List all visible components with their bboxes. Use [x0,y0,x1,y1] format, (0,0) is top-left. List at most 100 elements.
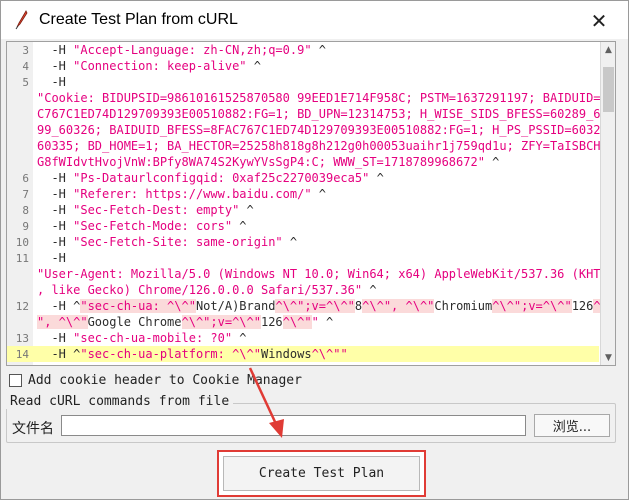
code-token: "Sec-Fetch-Site: same-origin" [73,235,283,249]
code-line[interactable]: 6 -H "Ps-Dataurlconfigqid: 0xaf25c227003… [7,170,599,186]
code-line[interactable]: 60335; BD_HOME=1; BA_HECTOR=25258h818g8h… [7,138,601,154]
code-token: "Referer: https://www.baidu.com/" [73,187,312,201]
code-token: ^\^";v=^\^" [492,299,572,313]
code-token: 60335; BD_HOME=1; BA_HECTOR=25258h818g8h… [37,139,601,153]
code-line[interactable]: 4 -H "Connection: keep-alive" ^ [7,58,599,74]
line-number: 12 [15,300,29,313]
code-token: ^\^" [282,315,312,329]
line-number: 10 [15,236,29,249]
create-button-highlight-box: Create Test Plan [217,450,426,497]
code-text: 99_60326; BAIDUID_BFESS=8FAC767C1ED74D12… [37,122,615,138]
code-text: -H "sec-ch-ua-mobile: ?0" ^ [37,330,599,346]
code-line[interactable]: 14 -H ^"sec-ch-ua-platform: ^\^"Windows^… [7,346,599,362]
code-line[interactable]: 5 -H [7,74,599,90]
code-token: " [340,347,348,361]
line-number: 11 [15,252,29,265]
scroll-up-arrow-icon[interactable]: ▲ [601,42,615,57]
code-text: C767C1ED74D129709393E00510882:FG=1; BD_U… [37,106,615,122]
read-file-group-title: Read cURL commands from file [6,394,234,409]
code-token: -H [37,43,74,57]
code-token: ^ [369,171,384,185]
browse-button[interactable]: 浏览... [534,414,610,437]
curl-code-editor[interactable]: 3 -H "Accept-Language: zh-CN,zh;q=0.9" ^… [6,41,616,366]
code-line[interactable]: 10 -H "Sec-Fetch-Site: same-origin" ^ [7,234,599,250]
code-token: ^ [484,155,500,169]
code-token: "sec-ch-ua: ^\^" [80,299,196,313]
line-number: 8 [22,204,29,217]
line-number: 5 [22,76,29,89]
code-text: -H "Connection: keep-alive" ^ [37,58,599,74]
code-text: -H "Sec-Fetch-Mode: cors" ^ [37,218,599,234]
code-line[interactable]: G8fWIdvtHvojVnW:BPfy8WA74S2KywYVsSgP4:C;… [7,154,599,170]
code-line[interactable]: 8 -H "Sec-Fetch-Dest: empty" ^ [7,202,599,218]
code-token: "User-Agent: Mozilla/5.0 (Windows NT 10.… [37,267,615,281]
code-token: Not/A)Brand [195,299,276,313]
code-token: 126 [571,299,594,313]
code-token: Windows [260,347,312,361]
code-text: , like Gecko) Chrome/126.0.0.0 Safari/53… [37,282,599,298]
code-token: "Connection: keep-alive" [73,59,247,73]
code-line[interactable]: 99_60326; BAIDUID_BFESS=8FAC767C1ED74D12… [7,122,615,138]
code-token: ^\^" [311,347,341,361]
code-token: -H [37,187,74,201]
code-token: ^\^";v=^\^" [181,315,261,329]
code-token: Google Chrome [87,315,182,329]
code-token: "Sec-Fetch-Dest: empty" [73,203,240,217]
close-icon[interactable]: ✕ [583,7,615,35]
add-cookie-checkbox[interactable] [9,373,22,387]
code-line[interactable]: , like Gecko) Chrome/126.0.0.0 Safari/53… [7,282,599,298]
scrollbar-thumb[interactable] [603,67,614,112]
code-token: ^\^";v=^\^" [275,299,355,313]
code-line[interactable]: 11 -H [7,250,599,266]
code-line[interactable]: 12 -H ^"sec-ch-ua: ^\^"Not/A)Brand^\^";v… [7,298,615,314]
code-token: -H [37,75,66,89]
code-text: -H [37,74,599,90]
code-text: -H "Sec-Fetch-Dest: empty" ^ [37,202,599,218]
title-bar: Create Test Plan from cURL ✕ [1,1,628,39]
line-number: 13 [15,332,29,345]
code-text: -H "Sec-Fetch-Site: same-origin" ^ [37,234,599,250]
code-line[interactable]: 9 -H "Sec-Fetch-Mode: cors" ^ [7,218,599,234]
code-text: -H [37,250,599,266]
code-text: "User-Agent: Mozilla/5.0 (Windows NT 10.… [37,266,615,282]
code-line[interactable]: ", ^\^"Google Chrome^\^";v=^\^"126^\^"" … [7,314,599,330]
code-line[interactable]: 3 -H "Accept-Language: zh-CN,zh;q=0.9" ^ [7,42,599,58]
code-token: 99_60326; BAIDUID_BFESS=8FAC767C1ED74D12… [37,123,615,137]
line-number: 4 [22,60,29,73]
editor-vertical-scrollbar[interactable]: ▲ ▼ [600,42,615,365]
code-text: -H ^"sec-ch-ua: ^\^"Not/A)Brand^\^";v=^\… [37,298,615,314]
add-cookie-option[interactable]: Add cookie header to Cookie Manager [9,371,302,389]
code-token: "Ps-Dataurlconfigqid: 0xaf25c2270039eca5… [73,171,370,185]
code-text: ", ^\^"Google Chrome^\^";v=^\^"126^\^"" … [37,314,599,330]
code-token: "Sec-Fetch-Mode: cors" [73,219,233,233]
code-line[interactable]: C767C1ED74D129709393E00510882:FG=1; BD_U… [7,106,615,122]
code-token: -H [37,251,66,265]
code-token: " [311,315,319,329]
code-token: -H ^ [37,347,81,361]
create-test-plan-button[interactable]: Create Test Plan [223,456,420,491]
code-token: ^ [232,331,247,345]
code-line[interactable]: 13 -H "sec-ch-ua-mobile: ?0" ^ [7,330,599,346]
code-text: 60335; BD_HOME=1; BA_HECTOR=25258h818g8h… [37,138,601,154]
code-text: -H "Accept-Language: zh-CN,zh;q=0.9" ^ [37,42,599,58]
code-line[interactable]: "User-Agent: Mozilla/5.0 (Windows NT 10.… [7,266,615,282]
file-name-input[interactable] [61,415,526,436]
code-token: ^ [318,315,334,329]
code-token: 126 [260,315,283,329]
code-token: ^\^", ^\^" [362,299,435,313]
line-number: 7 [22,188,29,201]
code-token: -H [37,59,74,73]
code-token: ^ [311,43,326,57]
code-token: "Cookie: BIDUPSID=98610161525870580 99EE… [37,91,616,105]
code-line[interactable]: 7 -H "Referer: https://www.baidu.com/" ^ [7,186,599,202]
code-token: Chromium [434,299,493,313]
feather-pen-icon [15,10,28,30]
code-token: ^ [282,235,298,249]
code-token: -H [37,331,74,345]
code-line[interactable]: "Cookie: BIDUPSID=98610161525870580 99EE… [7,90,615,106]
dialog-title: Create Test Plan from cURL [39,11,238,28]
code-text: -H "Referer: https://www.baidu.com/" ^ [37,186,599,202]
code-token: "sec-ch-ua-mobile: ?0" [73,331,233,345]
scroll-down-arrow-icon[interactable]: ▼ [601,350,615,365]
code-token: , like Gecko) Chrome/126.0.0.0 Safari/53… [37,283,363,297]
